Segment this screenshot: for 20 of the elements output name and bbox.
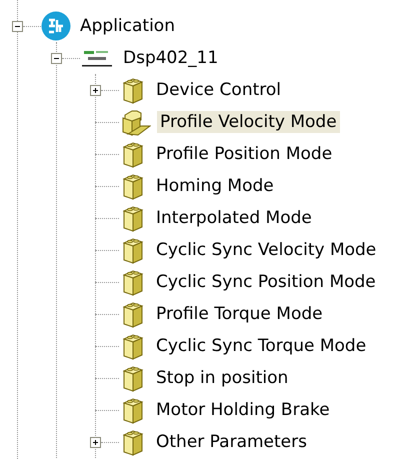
expand-icon[interactable] <box>90 436 101 448</box>
tree-item[interactable]: Homing Mode <box>153 174 277 198</box>
collapse-icon[interactable] <box>12 20 23 32</box>
tree-item[interactable]: Motor Holding Brake <box>153 398 333 422</box>
tree-item[interactable]: Device Control <box>153 78 284 102</box>
tree-item[interactable]: Profile Position Mode <box>153 142 336 166</box>
tree-item[interactable]: Profile Velocity Mode <box>157 110 340 134</box>
tree-item[interactable]: Dsp402_11 <box>120 46 222 70</box>
tree-item[interactable]: Other Parameters <box>153 430 310 454</box>
tree-item[interactable]: Cyclic Sync Position Mode <box>153 270 379 294</box>
application-icon <box>41 11 71 41</box>
device-icon <box>80 48 114 68</box>
tree-item[interactable]: Cyclic Sync Velocity Mode <box>153 238 380 262</box>
tree-item[interactable]: Application <box>77 14 178 38</box>
tree-item[interactable]: Profile Torque Mode <box>153 302 326 326</box>
tree-item[interactable]: Cyclic Sync Torque Mode <box>153 334 370 358</box>
collapse-icon[interactable] <box>51 52 62 64</box>
tree-item[interactable]: Interpolated Mode <box>153 206 315 230</box>
expand-icon[interactable] <box>90 84 101 96</box>
tree-item[interactable]: Stop in position <box>153 366 292 390</box>
